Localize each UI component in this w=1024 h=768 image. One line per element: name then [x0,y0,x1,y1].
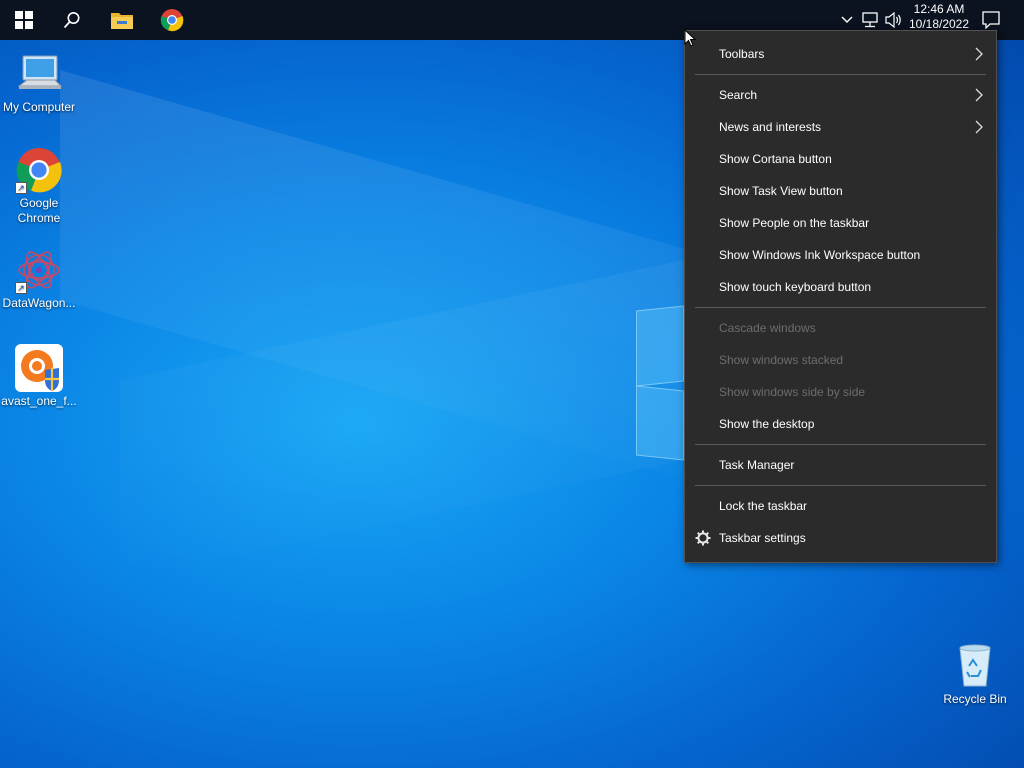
menu-item-show-touch-keyboard[interactable]: Show touch keyboard button [685,272,996,302]
menu-item-label: Show windows side by side [719,385,866,399]
file-explorer-button[interactable] [98,0,146,40]
chevron-right-icon [975,120,983,134]
chrome-icon: ↗ [15,146,63,194]
menu-item-label: Show touch keyboard button [719,280,872,294]
menu-item-label: Show the desktop [719,417,815,431]
desktop-icon-label: Google Chrome [17,196,61,225]
desktop-icon-avast[interactable]: avast_one_f... [0,344,78,409]
menu-item-task-manager[interactable]: Task Manager [685,450,996,480]
desktop-icon-recycle-bin[interactable]: Recycle Bin [936,642,1014,707]
menu-item-label: Show Windows Ink Workspace button [719,248,921,262]
start-icon [15,11,33,29]
desktop-icon-label: My Computer [2,100,76,114]
datawagon-icon: ↗ [15,246,63,294]
menu-item-toolbars[interactable]: Toolbars [685,39,996,69]
desktop-icon-label: DataWagon... [2,296,76,310]
menu-item-label: Toolbars [719,47,765,61]
menu-separator [695,485,986,486]
menu-item-show-ink-workspace[interactable]: Show Windows Ink Workspace button [685,240,996,270]
menu-item-label: Search [719,88,758,102]
taskbar-context-menu: Toolbars Search News and interests Show … [684,30,997,563]
shortcut-arrow-icon: ↗ [15,182,27,194]
chevron-right-icon [975,47,983,61]
menu-item-show-windows-stacked: Show windows stacked [685,345,996,375]
desktop-icon-label: Recycle Bin [943,692,1007,706]
gear-icon [695,530,711,546]
menu-item-show-task-view-button[interactable]: Show Task View button [685,176,996,206]
file-explorer-icon [111,13,133,29]
menu-item-label: Lock the taskbar [719,499,808,513]
notification-icon [982,11,1000,29]
network-button[interactable] [860,10,882,30]
chevron-up-icon [841,16,853,23]
avast-icon [15,344,63,392]
menu-item-show-people[interactable]: Show People on the taskbar [685,208,996,238]
volume-button[interactable] [884,10,904,30]
menu-separator [695,74,986,75]
shortcut-arrow-icon: ↗ [15,282,27,294]
menu-item-lock-the-taskbar[interactable]: Lock the taskbar [685,491,996,521]
volume-icon [885,12,901,28]
search-icon [63,12,80,29]
action-center-button[interactable] [980,10,1002,30]
show-hidden-icons-button[interactable] [838,10,856,30]
menu-item-label: Show windows stacked [719,353,844,367]
menu-item-label: Taskbar settings [719,531,806,545]
recycle-bin-icon [951,642,999,690]
menu-item-taskbar-settings[interactable]: Taskbar settings [685,523,996,553]
mouse-pointer-icon [684,29,696,47]
menu-item-label: Cascade windows [719,321,816,335]
menu-item-search[interactable]: Search [685,80,996,110]
menu-item-cascade-windows: Cascade windows [685,313,996,343]
chevron-right-icon [975,88,983,102]
menu-item-label: Task Manager [719,458,795,472]
chrome-taskbar-button[interactable] [148,0,196,40]
network-icon [862,12,878,28]
clock-time: 12:46 AM [913,2,965,16]
menu-item-show-windows-side-by-side: Show windows side by side [685,377,996,407]
desktop-icon-datawagon[interactable]: ↗ DataWagon... [0,246,78,311]
menu-item-label: Show Cortana button [719,152,832,166]
search-button[interactable] [48,0,96,40]
menu-separator [695,307,986,308]
chrome-icon [160,9,184,32]
desktop-icon-label: avast_one_f... [1,394,77,408]
menu-item-news-and-interests[interactable]: News and interests [685,112,996,142]
computer-icon [15,50,63,98]
start-button[interactable] [0,0,48,40]
menu-item-show-the-desktop[interactable]: Show the desktop [685,409,996,439]
menu-separator [695,444,986,445]
menu-item-show-cortana-button[interactable]: Show Cortana button [685,144,996,174]
menu-item-label: Show Task View button [719,184,843,198]
menu-item-label: Show People on the taskbar [719,216,870,230]
desktop-icon-my-computer[interactable]: My Computer [0,50,78,115]
menu-item-label: News and interests [719,120,822,134]
desktop-icon-google-chrome[interactable]: ↗ Google Chrome [0,146,78,226]
